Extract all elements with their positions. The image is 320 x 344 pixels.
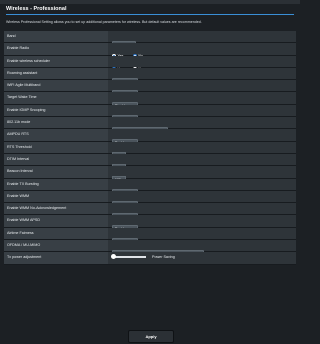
setting-label: Enable Radio (7, 46, 30, 51)
setting-label: Enable WMM (7, 193, 30, 198)
tx-power-slider-track[interactable] (112, 256, 146, 259)
setting-row-airtime-fairness: Airtime Fairness Disable⌄ (4, 227, 296, 245)
setting-label: Tx power adjustment (7, 255, 42, 260)
setting-row-agile-multiband: WiFi Agile Multiband Disable⌄ (4, 80, 296, 98)
setting-label: AMPDU RTS (7, 132, 29, 137)
setting-row-enable-radio: Enable Radio Yes No (4, 43, 296, 59)
wireless-professional-page: Wireless - Professional Wireless Profess… (0, 0, 300, 344)
setting-row-wireless-scheduler: Enable wireless scheduler Yes No (4, 55, 296, 71)
apply-button[interactable]: Apply (128, 330, 174, 343)
setting-label: Band (7, 34, 16, 38)
setting-row-wmm-no-ack: Enable WMM No-Acknowledgement Disable⌄ (4, 203, 296, 221)
setting-label: RTS Threshold (7, 144, 32, 149)
setting-row-80211b-mode: 802.11b mode Disable⌄ (4, 117, 296, 135)
setting-label: Enable TX Bursting (7, 181, 39, 186)
setting-row-ampdu-rts: AMPDU RTS Enable⌄ (4, 129, 296, 147)
setting-label: Enable IGMP Snooping (7, 107, 46, 112)
setting-label: Enable WMM APSD (7, 218, 40, 223)
setting-row-igmp-snooping: Enable IGMP Snooping Enable⌄ (4, 104, 296, 122)
setting-row-tx-bursting: Enable TX Bursting Enable⌄ (4, 178, 296, 196)
tx-power-level-label: Power Saving (152, 255, 175, 260)
page-title: Wireless - Professional (6, 6, 67, 12)
tx-power-slider-handle[interactable] (111, 254, 116, 260)
setting-row-wmm-apsd: Enable WMM APSD Enable⌄ (4, 215, 296, 233)
settings-table: Band 2.4 GHz⌄ Enable Radio Yes No Enable… (4, 31, 296, 265)
setting-label: Airtime Fairness (7, 230, 34, 235)
setting-label: 802.11b mode (7, 120, 31, 125)
setting-label: Enable wireless scheduler (7, 58, 50, 63)
setting-row-ofdma-mu-mimo: OFDMA / MU-MIMO Disable⌄ (4, 240, 296, 258)
setting-label: DTIM Interval (7, 156, 30, 161)
setting-row-rts-threshold: RTS Threshold 2347 (4, 141, 296, 159)
setting-label: OFDMA / MU-MIMO (7, 243, 41, 248)
setting-row-tx-power: Tx power adjustment Power Saving (4, 252, 296, 265)
setting-label: Beacon Interval (7, 169, 33, 174)
setting-label: Enable WMM No-Acknowledgement (7, 206, 67, 211)
setting-row-target-wake-time: Target Wake Time Disable⌄ (4, 92, 296, 110)
top-bar (0, 0, 300, 4)
setting-label: WiFi Agile Multiband (7, 83, 41, 88)
setting-row-roaming-assistant: Roaming assistant Disable⌄ (4, 67, 296, 85)
title-divider (6, 14, 294, 15)
setting-row-band: Band 2.4 GHz⌄ (4, 31, 296, 48)
page-description: Wireless Professional Setting allows you… (6, 20, 202, 24)
setting-label: Target Wake Time (7, 95, 37, 100)
setting-row-wmm: Enable WMM Enable⌄ (4, 190, 296, 208)
setting-row-dtim-interval: DTIM Interval 3 (4, 153, 296, 171)
setting-row-beacon-interval: Beacon Interval 100 (4, 166, 296, 184)
setting-label: Roaming assistant (7, 70, 38, 75)
